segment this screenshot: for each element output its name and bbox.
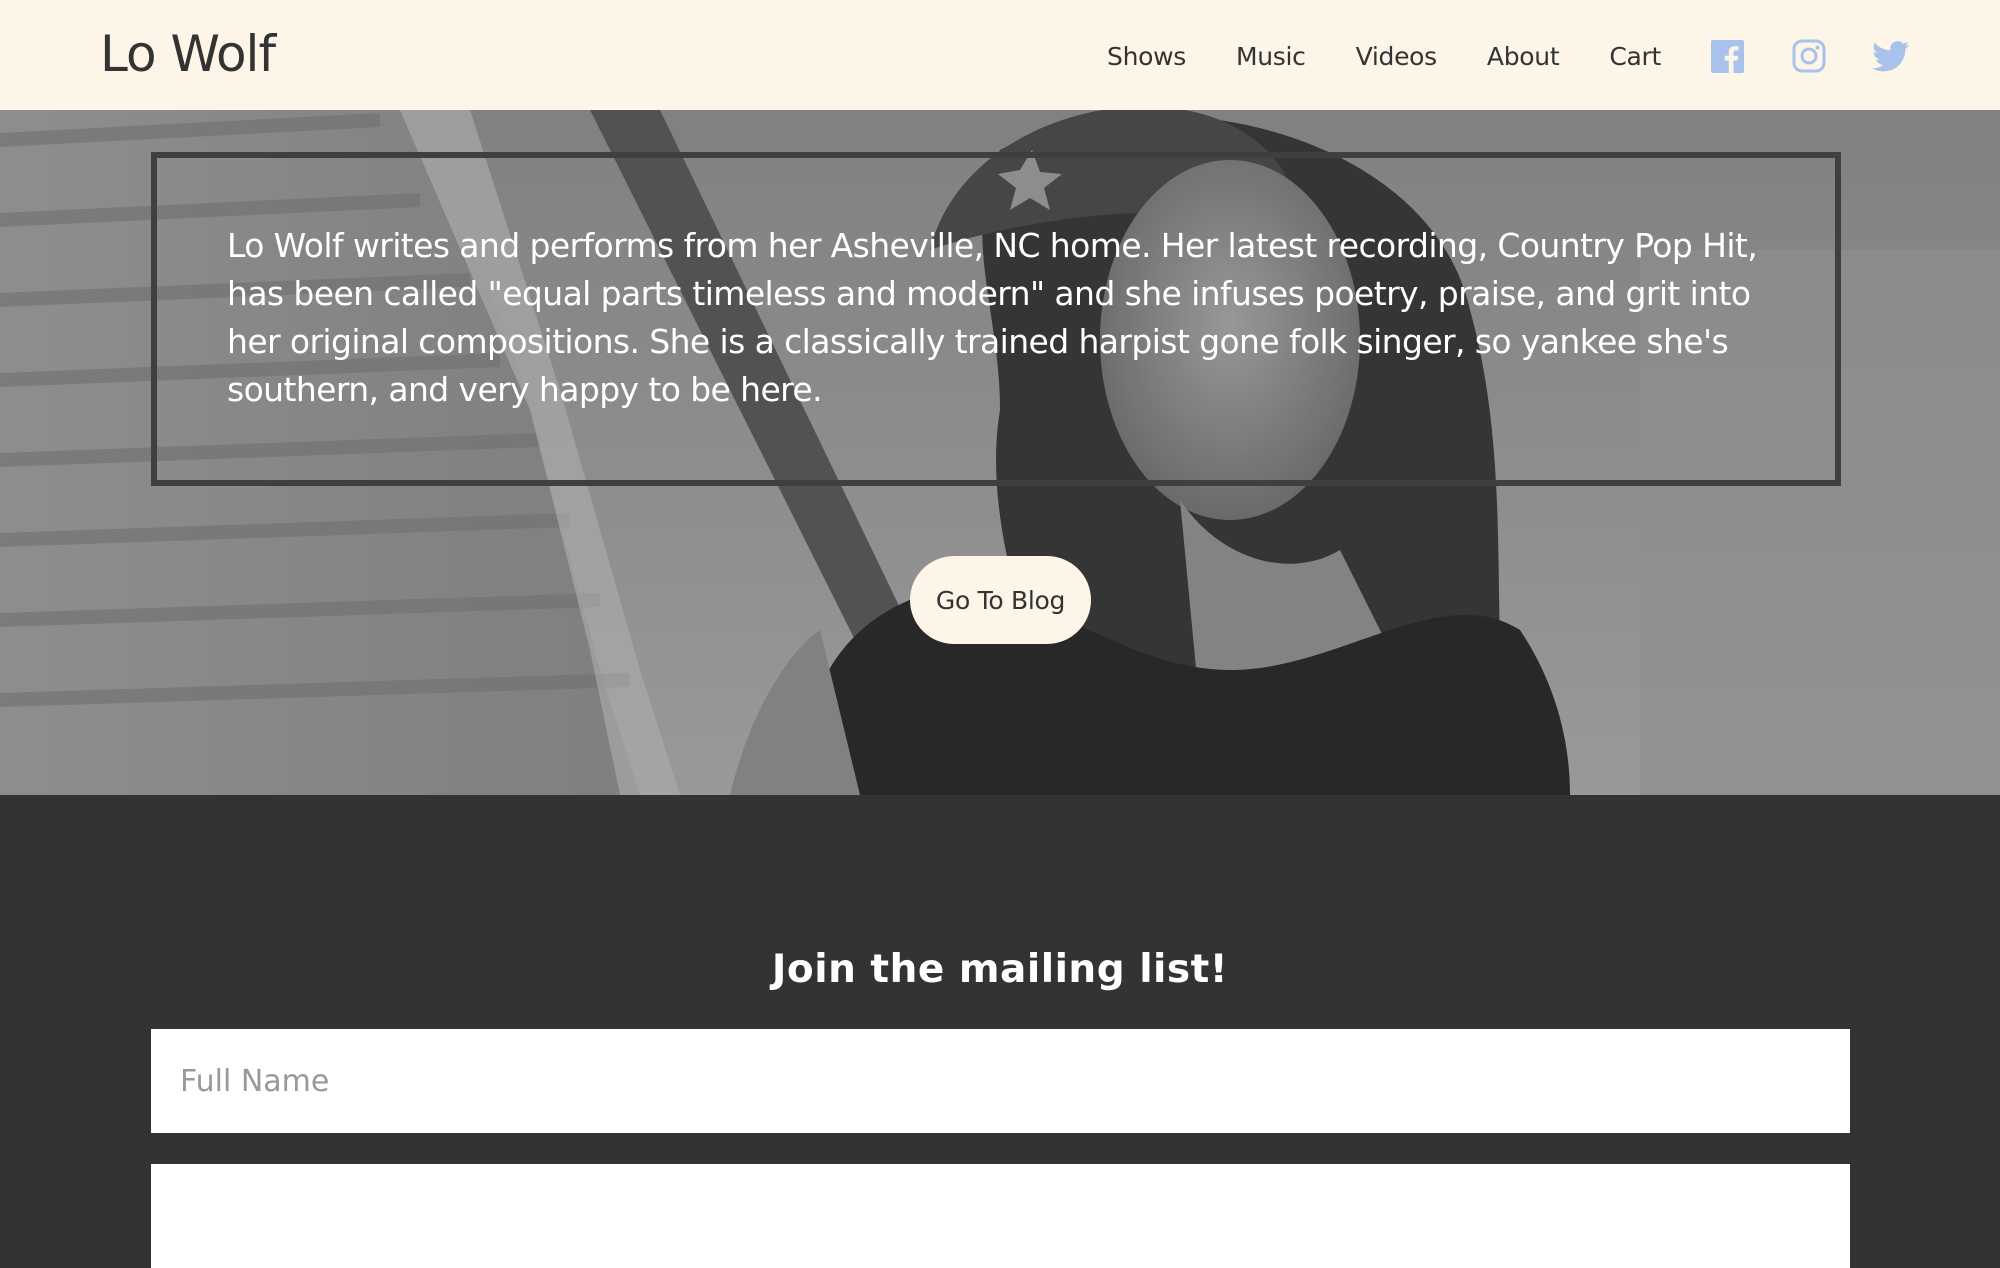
- nav-shows[interactable]: Shows: [1107, 42, 1186, 71]
- instagram-icon[interactable]: [1792, 39, 1826, 73]
- full-name-input[interactable]: [151, 1029, 1850, 1133]
- twitter-icon[interactable]: [1872, 40, 1910, 72]
- site-header: Lo Wolf Shows Music Videos About Cart: [0, 0, 2000, 110]
- nav-cart[interactable]: Cart: [1609, 42, 1661, 71]
- nav-music[interactable]: Music: [1236, 42, 1306, 71]
- mailing-list-title: Join the mailing list!: [771, 947, 1229, 992]
- bio-box: Lo Wolf writes and performs from her Ash…: [151, 152, 1841, 486]
- email-input[interactable]: [151, 1164, 1850, 1268]
- go-to-blog-button[interactable]: Go To Blog: [910, 556, 1091, 644]
- nav-videos[interactable]: Videos: [1356, 42, 1438, 71]
- hero-section: Lo Wolf writes and performs from her Ash…: [0, 110, 2000, 795]
- bio-text: Lo Wolf writes and performs from her Ash…: [227, 226, 1758, 409]
- main-nav: Shows Music Videos About Cart: [1107, 28, 1910, 84]
- site-logo[interactable]: Lo Wolf: [100, 24, 276, 84]
- nav-about[interactable]: About: [1487, 42, 1560, 71]
- mailing-list-section: Join the mailing list!: [0, 795, 2000, 1268]
- facebook-icon[interactable]: [1711, 39, 1744, 73]
